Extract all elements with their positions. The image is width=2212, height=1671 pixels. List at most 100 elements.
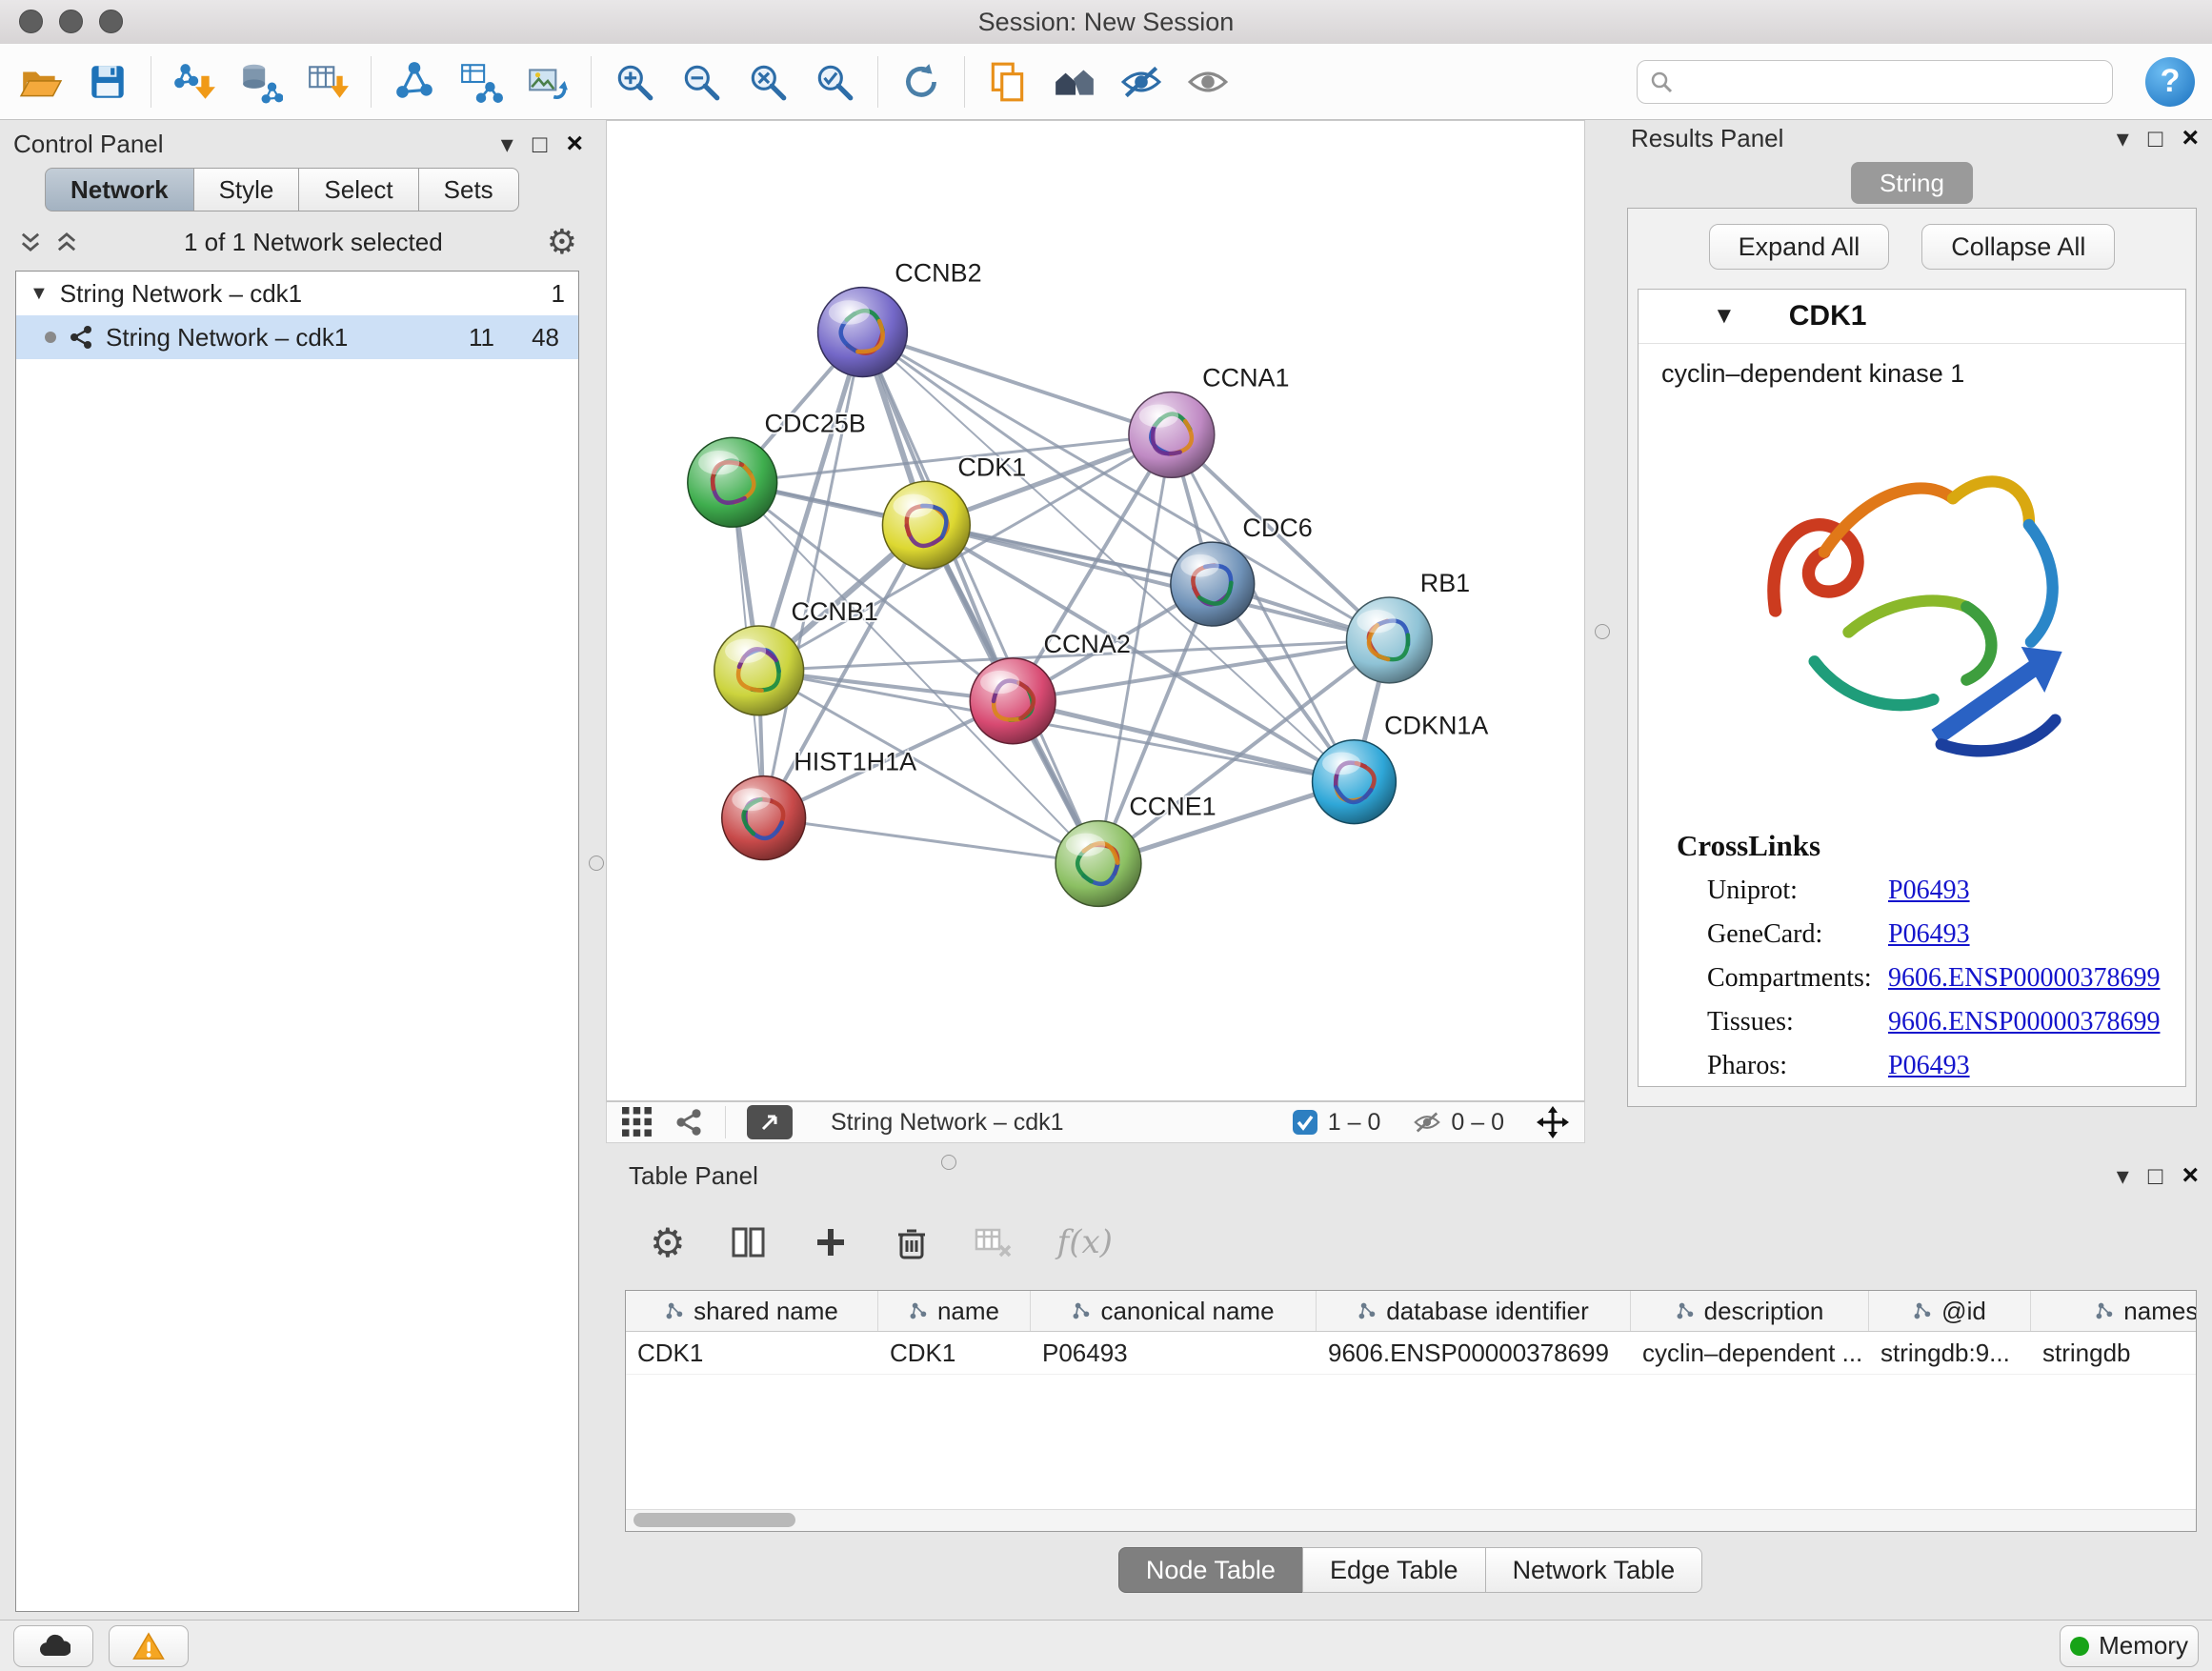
panel-float-icon[interactable]: □ <box>533 130 548 159</box>
network-from-table-icon[interactable] <box>457 58 505 106</box>
panel-close-icon[interactable]: × <box>2182 122 2199 154</box>
tab-node-table[interactable]: Node Table <box>1118 1547 1303 1593</box>
column-header-name[interactable]: name <box>878 1291 1031 1331</box>
network-node-HIST1H1A[interactable] <box>722 776 806 860</box>
panel-float-icon[interactable]: □ <box>2148 124 2163 153</box>
network-collection-row[interactable]: ▼ String Network – cdk1 1 <box>16 272 578 315</box>
home-networks-icon[interactable] <box>1051 58 1098 106</box>
tab-style[interactable]: Style <box>193 168 300 211</box>
tab-select[interactable]: Select <box>298 168 418 211</box>
search-box[interactable] <box>1637 60 2113 104</box>
panel-collapse-icon[interactable]: ▾ <box>501 130 513 159</box>
expand-all-icon[interactable] <box>53 229 80 255</box>
network-row[interactable]: String Network – cdk1 11 48 <box>16 315 578 359</box>
expand-all-button[interactable]: Expand All <box>1709 224 1890 270</box>
network-node-CCNB1[interactable] <box>714 626 804 715</box>
zoom-selected-icon[interactable] <box>811 58 858 106</box>
column-header-namespace[interactable]: namespace <box>2031 1291 2197 1331</box>
hide-unhide-icon[interactable] <box>1117 58 1165 106</box>
collapse-all-button[interactable]: Collapse All <box>1921 224 2115 270</box>
copy-document-icon[interactable] <box>984 58 1032 106</box>
show-eye-icon[interactable] <box>1184 58 1232 106</box>
open-session-icon[interactable] <box>17 58 65 106</box>
birds-eye-view-icon[interactable] <box>622 1107 653 1137</box>
cloud-status-button[interactable] <box>13 1625 93 1667</box>
column-header-description[interactable]: description <box>1631 1291 1869 1331</box>
zoom-out-icon[interactable] <box>677 58 725 106</box>
gene-card-header[interactable]: ▼ CDK1 <box>1639 290 2185 344</box>
selected-checkbox-icon[interactable] <box>1292 1109 1318 1136</box>
zoom-in-icon[interactable] <box>611 58 658 106</box>
left-splitter-grip[interactable] <box>589 856 604 871</box>
network-node-CCNE1[interactable] <box>1056 821 1141 907</box>
crosslink-link[interactable]: 9606.ENSP00000378699 <box>1888 963 2160 994</box>
network-node-CDC25B[interactable] <box>688 437 777 527</box>
add-column-icon[interactable] <box>812 1223 850 1261</box>
network-node-CDC6[interactable] <box>1171 542 1255 626</box>
network-node-CCNA2[interactable] <box>970 658 1056 744</box>
network-edge-CDK1-RB1[interactable] <box>926 525 1389 640</box>
panel-close-icon[interactable]: × <box>566 128 583 160</box>
scrollbar-thumb[interactable] <box>633 1513 795 1527</box>
network-node-RB1[interactable] <box>1346 597 1432 683</box>
column-header-shared-name[interactable]: shared name <box>626 1291 878 1331</box>
network-overview-icon[interactable] <box>674 1107 704 1137</box>
import-network-database-icon[interactable] <box>237 58 285 106</box>
string-results-tab[interactable]: String <box>1851 162 1973 204</box>
help-button[interactable]: ? <box>2145 57 2195 107</box>
panel-close-icon[interactable]: × <box>2182 1159 2199 1192</box>
warnings-button[interactable] <box>109 1625 189 1667</box>
fit-selected-crosshair-icon[interactable] <box>1537 1106 1569 1138</box>
network-edge-CCNE1-HIST1H1A[interactable] <box>764 818 1098 864</box>
network-edge-CCNB2-HIST1H1A[interactable] <box>764 332 863 818</box>
horizontal-scrollbar[interactable] <box>626 1509 2196 1531</box>
show-columns-icon[interactable] <box>730 1223 768 1261</box>
tab-sets[interactable]: Sets <box>418 168 519 211</box>
network-node-CDKN1A[interactable] <box>1313 740 1397 824</box>
function-builder-icon[interactable]: f(x) <box>1057 1223 1113 1261</box>
minimize-window-button[interactable] <box>59 10 83 33</box>
network-node-CCNB2[interactable] <box>818 288 908 377</box>
zoom-fit-icon[interactable] <box>744 58 792 106</box>
save-session-icon[interactable] <box>84 58 131 106</box>
column-header-canonical-name[interactable]: canonical name <box>1031 1291 1317 1331</box>
network-edge-CCNB2-CCNA1[interactable] <box>862 332 1171 435</box>
tree-expander-icon[interactable]: ▼ <box>30 283 49 305</box>
crosslink-link[interactable]: P06493 <box>1888 919 1970 950</box>
network-edge-CCNE1-CCNB2[interactable] <box>862 332 1098 864</box>
network-node-CDK1[interactable] <box>882 481 970 569</box>
node-table[interactable]: shared namenamecanonical namedatabase id… <box>625 1290 2197 1532</box>
close-window-button[interactable] <box>19 10 43 33</box>
zoom-window-button[interactable] <box>99 10 123 33</box>
crosslink-link[interactable]: P06493 <box>1888 876 1970 906</box>
table-row[interactable]: CDK1CDK1P064939606.ENSP00000378699cyclin… <box>626 1332 2196 1375</box>
delete-column-icon[interactable] <box>894 1223 930 1261</box>
panel-collapse-icon[interactable]: ▾ <box>2117 1161 2129 1191</box>
tab-edge-table[interactable]: Edge Table <box>1302 1547 1486 1593</box>
network-node-CCNA1[interactable] <box>1129 392 1215 477</box>
panel-collapse-icon[interactable]: ▾ <box>2117 124 2129 153</box>
export-view-button[interactable] <box>747 1105 793 1139</box>
panel-float-icon[interactable]: □ <box>2148 1161 2163 1191</box>
import-table-icon[interactable] <box>304 58 352 106</box>
import-network-file-icon[interactable] <box>171 58 218 106</box>
column-header-database-identifier[interactable]: database identifier <box>1317 1291 1631 1331</box>
collapse-all-icon[interactable] <box>17 229 44 255</box>
search-input[interactable] <box>1681 66 2101 97</box>
export-image-icon[interactable] <box>524 58 572 106</box>
right-splitter-grip[interactable] <box>1595 624 1610 639</box>
tab-network[interactable]: Network <box>45 168 194 211</box>
crosslink-link[interactable]: 9606.ENSP00000378699 <box>1888 1007 2160 1037</box>
refresh-icon[interactable] <box>897 58 945 106</box>
table-settings-gear-icon[interactable]: ⚙ <box>650 1219 686 1266</box>
hidden-eye-icon[interactable] <box>1413 1108 1441 1137</box>
gear-icon[interactable]: ⚙ <box>547 222 577 262</box>
tab-network-table[interactable]: Network Table <box>1485 1547 1703 1593</box>
clone-network-icon[interactable] <box>391 58 438 106</box>
crosslink-link[interactable]: P06493 <box>1888 1051 1970 1081</box>
horizontal-splitter-grip[interactable] <box>941 1155 956 1170</box>
gene-expander-icon[interactable]: ▼ <box>1713 303 1736 330</box>
clear-table-icon[interactable] <box>974 1223 1014 1261</box>
column-header--id[interactable]: @id <box>1869 1291 2031 1331</box>
memory-button[interactable]: Memory <box>2060 1625 2199 1667</box>
